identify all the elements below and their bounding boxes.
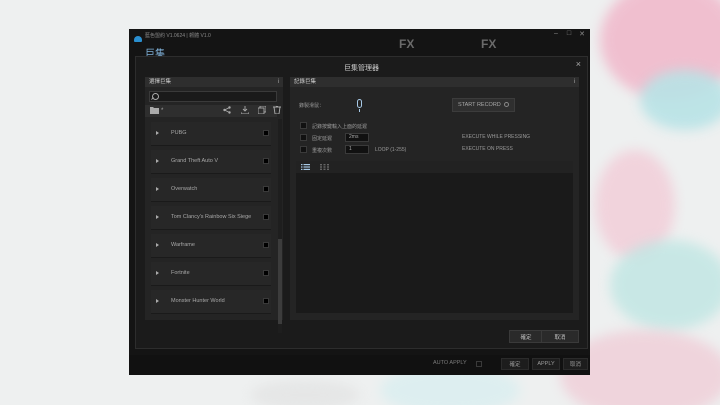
macro-group-checkbox[interactable] bbox=[263, 242, 269, 248]
macro-group-checkbox[interactable] bbox=[263, 158, 269, 164]
macro-list-scrollbar[interactable] bbox=[278, 119, 282, 333]
auto-apply-checkbox[interactable] bbox=[476, 361, 482, 367]
macro-group-label: Grand Theft Auto V bbox=[171, 158, 218, 164]
macro-group-label: Overwatch bbox=[171, 186, 198, 192]
macro-group-label: Monster Hunter World bbox=[171, 298, 225, 304]
execute-on-press-label[interactable]: EXECUTE ON PRESS bbox=[462, 146, 513, 152]
footer-apply-button[interactable]: APPLY bbox=[532, 358, 560, 370]
info-icon[interactable]: i bbox=[278, 77, 279, 87]
macro-group-row[interactable]: PUBG bbox=[151, 122, 271, 146]
macro-group-checkbox[interactable] bbox=[263, 214, 269, 220]
macro-group-checkbox[interactable] bbox=[263, 130, 269, 136]
macro-search[interactable] bbox=[149, 91, 277, 102]
repeat-input[interactable]: 1 bbox=[345, 145, 369, 154]
record-macro-header: 記錄巨集 i bbox=[290, 77, 579, 87]
trash-icon[interactable] bbox=[273, 105, 281, 117]
dialog-title: 巨集管理器 bbox=[344, 65, 379, 72]
macro-select-panel: 選擇巨集 i * PUBG Grand Theft Auto V Overwat… bbox=[145, 77, 283, 333]
start-record-button[interactable]: START RECORD bbox=[452, 98, 515, 112]
loop-label: LOOP (1-255) bbox=[375, 147, 407, 153]
app-footer: AUTO APPLY 確定 APPLY 取消 bbox=[129, 355, 590, 375]
copy-icon[interactable] bbox=[257, 105, 267, 117]
chevron-right-icon bbox=[156, 131, 159, 135]
macro-group-row[interactable]: Tom Clancy's Rainbow Six Siege bbox=[151, 206, 271, 230]
folder-icon[interactable] bbox=[150, 106, 159, 117]
macro-group-row[interactable]: Fortnite bbox=[151, 262, 271, 286]
dialog-close-icon[interactable]: × bbox=[576, 59, 581, 69]
chevron-right-icon bbox=[156, 187, 159, 191]
macro-group-checkbox[interactable] bbox=[263, 270, 269, 276]
fixed-delay-input[interactable]: 2ms bbox=[345, 133, 369, 142]
macro-group-label: Fortnite bbox=[171, 270, 190, 276]
footer-confirm-button[interactable]: 確定 bbox=[501, 358, 529, 370]
record-macro-panel: 記錄巨集 i 錄製滑鼠： START RECORD 記錄按鍵輸入上面的延遲 固定… bbox=[290, 77, 579, 320]
chevron-right-icon bbox=[156, 299, 159, 303]
fixed-delay-label: 固定延遲 bbox=[312, 136, 333, 142]
close-icon[interactable]: ✕ bbox=[577, 30, 587, 38]
record-delay-label: 記錄按鍵輸入上面的延遲 bbox=[312, 124, 368, 130]
microphone-icon[interactable] bbox=[357, 99, 362, 112]
record-label: 錄製滑鼠： bbox=[299, 103, 325, 109]
grid-view-icon[interactable] bbox=[320, 164, 329, 172]
macro-group-label: Warframe bbox=[171, 242, 195, 248]
auto-apply-label: AUTO APPLY bbox=[433, 360, 467, 366]
macro-group-row[interactable]: Grand Theft Auto V bbox=[151, 150, 271, 174]
macro-select-title: 選擇巨集 bbox=[149, 79, 172, 85]
macro-group-label: PUBG bbox=[171, 130, 187, 136]
chevron-right-icon bbox=[156, 243, 159, 247]
macro-group-checkbox[interactable] bbox=[263, 298, 269, 304]
dialog-ok-button[interactable]: 確定 bbox=[509, 330, 543, 343]
chevron-right-icon bbox=[156, 215, 159, 219]
record-delay-checkbox[interactable] bbox=[300, 122, 307, 129]
macro-select-header: 選擇巨集 i bbox=[145, 77, 283, 87]
macro-toolbar: * bbox=[145, 105, 281, 117]
fixed-delay-checkbox[interactable] bbox=[300, 134, 307, 141]
footer-cancel-button[interactable]: 取消 bbox=[563, 358, 588, 370]
app-logo-icon bbox=[134, 36, 142, 42]
macro-manager-dialog: 巨集管理器 × 選擇巨集 i * PUBG Grand Theft Auto V… bbox=[135, 56, 588, 349]
alienfx-logo: FX bbox=[399, 37, 415, 51]
macro-group-checkbox[interactable] bbox=[263, 186, 269, 192]
repeat-checkbox[interactable] bbox=[300, 146, 307, 153]
folder-label: * bbox=[161, 108, 164, 114]
record-macro-title: 記錄巨集 bbox=[294, 79, 317, 85]
minimize-icon[interactable]: ‒ bbox=[551, 30, 561, 37]
macro-view-tabs bbox=[296, 161, 573, 173]
download-icon[interactable] bbox=[240, 106, 250, 117]
chevron-right-icon bbox=[156, 271, 159, 275]
list-view-icon[interactable] bbox=[301, 164, 310, 172]
maximize-icon[interactable]: □ bbox=[564, 30, 574, 37]
macro-group-row[interactable]: Warframe bbox=[151, 234, 271, 258]
search-icon bbox=[152, 93, 159, 100]
macro-search-input[interactable] bbox=[160, 92, 274, 101]
fx-logo: FX bbox=[481, 37, 497, 51]
macro-group-row[interactable]: Overwatch bbox=[151, 178, 271, 202]
dialog-cancel-button[interactable]: 取消 bbox=[541, 330, 579, 343]
info-icon[interactable]: i bbox=[574, 77, 575, 87]
execute-while-pressing-label[interactable]: EXECUTE WHILE PRESSING bbox=[462, 134, 530, 140]
scrollbar-thumb[interactable] bbox=[278, 239, 282, 324]
chevron-right-icon bbox=[156, 159, 159, 163]
record-icon bbox=[504, 102, 509, 107]
macro-group-label: Tom Clancy's Rainbow Six Siege bbox=[171, 214, 252, 220]
repeat-label: 重複次數 bbox=[312, 148, 333, 154]
macro-group-row[interactable]: Monster Hunter World bbox=[151, 290, 271, 314]
start-record-label: START RECORD bbox=[458, 102, 501, 108]
share-icon[interactable] bbox=[223, 106, 231, 117]
app-title: 藍色盟約 V1.0624 | 韌體 V1.0 bbox=[145, 33, 211, 39]
macro-action-area[interactable] bbox=[296, 161, 573, 313]
